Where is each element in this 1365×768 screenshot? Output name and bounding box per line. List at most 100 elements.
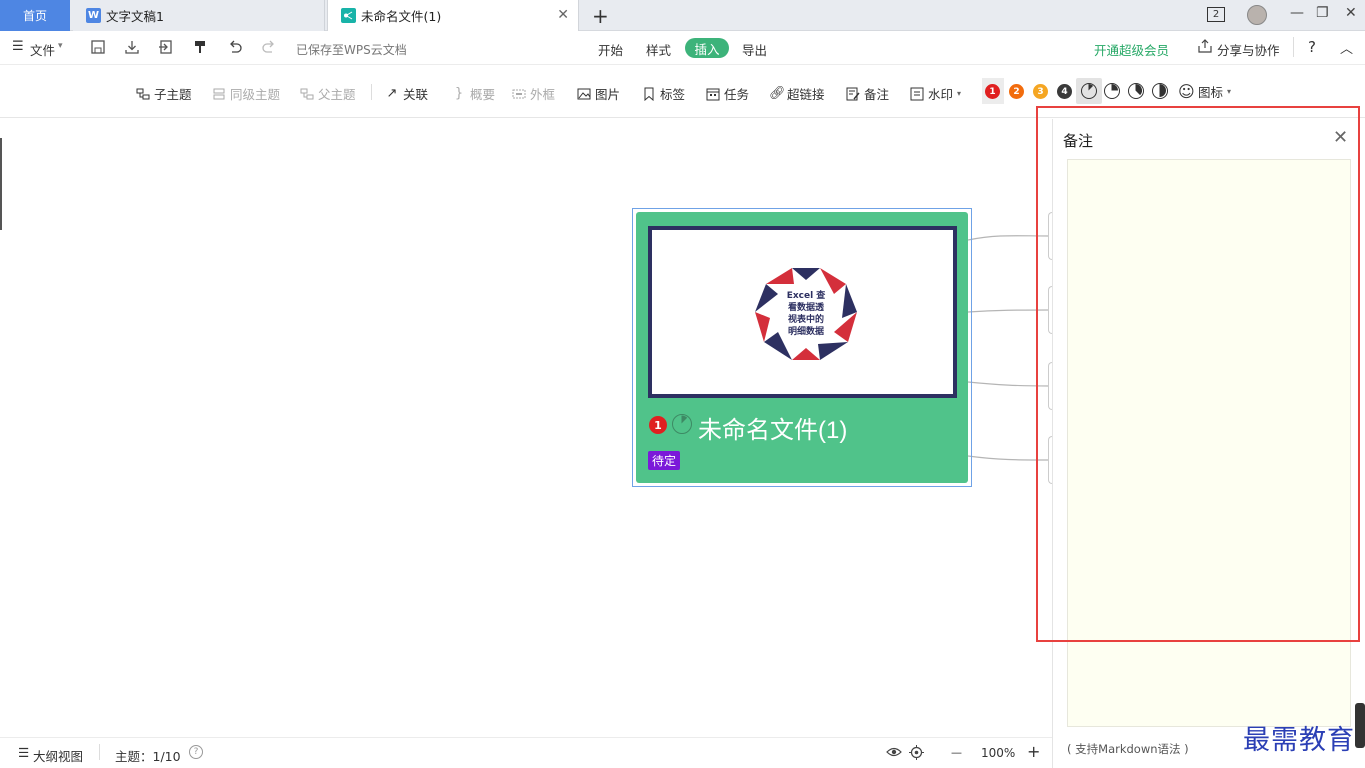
icons-label: 图标 [1198, 85, 1224, 100]
root-priority-icon[interactable]: 1 [649, 416, 667, 434]
topic-image[interactable]: Excel 查 看数据透 视表中的 明细数据 [648, 226, 957, 398]
restore-button[interactable]: ❐ [1316, 5, 1329, 21]
tab-start[interactable]: 开始 [598, 40, 623, 59]
icons-button[interactable]: ☺ 图标 ▾ [1178, 82, 1231, 101]
summary-button[interactable]: } 概要 [452, 84, 495, 103]
redo-icon[interactable] [260, 39, 278, 57]
avatar[interactable] [1247, 5, 1267, 25]
root-topic-title[interactable]: 未命名文件(1) [698, 410, 847, 445]
relation-arrow-icon: ↗ [386, 85, 398, 101]
zoom-out-button[interactable]: — [951, 746, 962, 759]
menu-bar: ☰ 文件 ▾ 已保存至WPS云文档 开始 样式 插入 导出 开通超级会员 分享与… [0, 31, 1365, 65]
progress-1-icon[interactable] [1081, 83, 1097, 99]
highlight-annotation-box [1036, 106, 1360, 642]
chevron-down-icon: ▾ [58, 41, 63, 51]
new-tab-button[interactable]: + [592, 4, 609, 28]
priority-2-icon[interactable]: 2 [1009, 84, 1024, 99]
root-progress-icon[interactable] [672, 414, 692, 434]
sibling-topic-icon [212, 87, 226, 101]
outline-view-button[interactable]: 大纲视图 [33, 746, 83, 765]
subtopic-button[interactable]: 子主题 [136, 84, 192, 103]
title-bar: 首页 W 文字文稿1 未命名文件(1) ✕ + 2 — ❐ ✕ [0, 0, 1365, 31]
help-icon[interactable]: ? [189, 745, 203, 759]
watermark-button[interactable]: 水印 ▾ [910, 84, 961, 103]
tab-insert[interactable]: 插入 [685, 38, 729, 58]
side-panel-handle[interactable] [1355, 703, 1365, 748]
sibling-topic-label: 同级主题 [230, 87, 281, 102]
parent-topic-label: 父主题 [318, 87, 356, 102]
undo-icon[interactable] [226, 39, 244, 57]
image-caption-line: Excel 查 [787, 289, 827, 301]
divider [99, 744, 100, 760]
zoom-in-button[interactable]: + [1027, 742, 1040, 761]
zoom-level[interactable]: 100% [981, 746, 1015, 760]
close-window-button[interactable]: ✕ [1345, 5, 1357, 21]
image-label: 图片 [595, 87, 621, 102]
eye-icon[interactable] [886, 745, 902, 762]
progress-2-icon[interactable] [1104, 83, 1120, 99]
share-collaborate-button[interactable]: 分享与协作 [1217, 40, 1280, 59]
help-icon[interactable]: ? [1308, 38, 1316, 56]
chevron-down-icon: ▾ [1227, 87, 1232, 96]
task-label: 任务 [724, 87, 750, 102]
priority-3-icon[interactable]: 3 [1033, 84, 1048, 99]
watermark-label: 水印 [928, 87, 954, 102]
progress-4-icon[interactable] [1152, 83, 1168, 99]
tab-home[interactable]: 首页 [0, 0, 70, 31]
hyperlink-button[interactable]: 🔗︎ 超链接 [769, 84, 825, 103]
outline-list-icon[interactable]: ☰ [18, 745, 29, 760]
relation-label: 关联 [403, 87, 429, 102]
watermark-icon [910, 87, 924, 101]
download-icon[interactable] [123, 39, 141, 57]
tag-label: 标签 [660, 87, 686, 102]
mindmap-icon [341, 8, 356, 23]
priority-1-icon[interactable]: 1 [985, 84, 1000, 99]
writer-icon: W [86, 8, 101, 23]
window-count-badge[interactable]: 2 [1207, 7, 1225, 22]
root-tag-badge[interactable]: 待定 [648, 451, 681, 470]
hyperlink-label: 超链接 [787, 87, 825, 102]
image-button[interactable]: 图片 [577, 84, 620, 103]
vip-link[interactable]: 开通超级会员 [1094, 40, 1169, 59]
share-icon[interactable] [1198, 39, 1212, 56]
tab-document-label: 文字文稿1 [106, 9, 164, 24]
sibling-topic-button[interactable]: 同级主题 [212, 84, 280, 103]
relation-button[interactable]: ↗ 关联 [385, 84, 428, 103]
tab-document[interactable]: W 文字文稿1 [73, 0, 325, 31]
save-icon[interactable] [89, 39, 107, 57]
file-menu[interactable]: 文件 [30, 40, 55, 59]
markdown-hint: ( 支持Markdown语法 ) [1067, 742, 1189, 756]
export-icon[interactable] [157, 39, 175, 57]
image-icon [577, 87, 591, 101]
boundary-icon [512, 87, 526, 101]
menu-hamburger-icon[interactable]: ☰ [12, 39, 24, 54]
summary-label: 概要 [470, 87, 496, 102]
note-button[interactable]: 备注 [846, 84, 889, 103]
priority-4-icon[interactable]: 4 [1057, 84, 1072, 99]
boundary-button[interactable]: 外框 [512, 84, 555, 103]
parent-topic-button[interactable]: 父主题 [300, 84, 356, 103]
canvas-edge [0, 138, 2, 230]
image-caption-line: 明细数据 [788, 325, 824, 337]
subtopic-icon [136, 87, 150, 101]
chevron-down-icon: ▾ [957, 89, 962, 98]
status-bar: ☰ 大纲视图 主题：1/10 ? — 100% + [0, 737, 1052, 768]
tag-button[interactable]: 标签 [642, 84, 685, 103]
tab-style[interactable]: 样式 [646, 40, 671, 59]
calendar-icon [706, 87, 720, 101]
tab-mindmap[interactable]: 未命名文件(1) ✕ [327, 0, 579, 31]
subtopic-label: 子主题 [154, 87, 192, 102]
tab-export[interactable]: 导出 [742, 40, 767, 59]
minimize-button[interactable]: — [1290, 5, 1304, 21]
format-painter-icon[interactable] [191, 39, 209, 57]
locate-icon[interactable] [909, 745, 924, 763]
tab-close-icon[interactable]: ✕ [557, 7, 569, 23]
boundary-label: 外框 [530, 87, 556, 102]
summary-brace-icon: } [454, 85, 464, 101]
note-label: 备注 [864, 87, 890, 102]
star-emblem-icon: Excel 查 看数据透 视表中的 明细数据 [755, 268, 857, 360]
collapse-ribbon-icon[interactable]: ︿ [1340, 38, 1353, 57]
progress-3-icon[interactable] [1128, 83, 1144, 99]
note-edit-icon [846, 87, 860, 101]
task-button[interactable]: 任务 [706, 84, 749, 103]
